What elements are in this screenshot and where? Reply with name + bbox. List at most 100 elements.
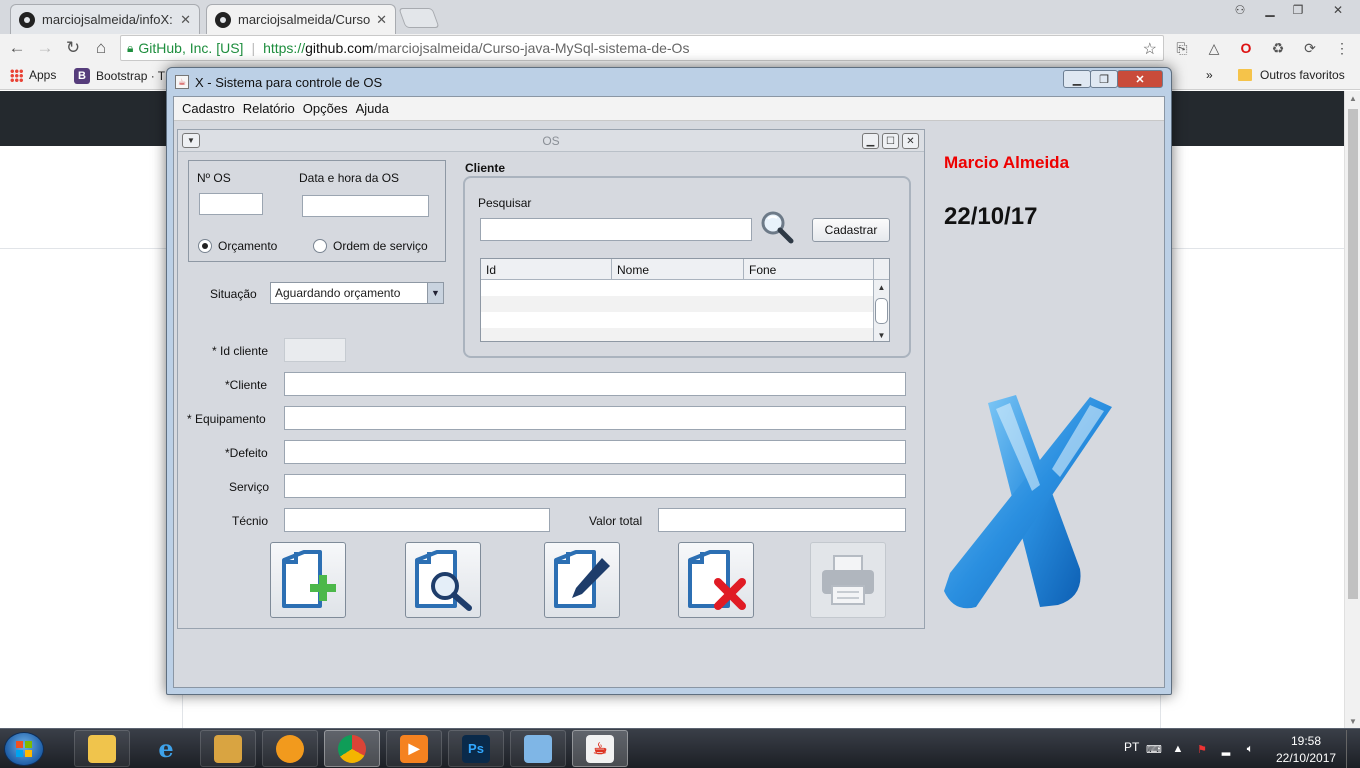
drive-extension-icon[interactable]: △ (1206, 40, 1222, 56)
radio-selected-icon (198, 239, 212, 253)
bookmark-label: Apps (29, 68, 57, 82)
system-menu-icon[interactable]: ▼ (182, 133, 200, 148)
bookmark-bootstrap[interactable]: B Bootstrap · T (74, 68, 165, 84)
close-tab-icon[interactable]: ✕ (376, 12, 387, 28)
taskbar-explorer[interactable] (74, 730, 130, 767)
technician-field[interactable] (284, 508, 550, 532)
os-frame-title-bar[interactable]: ▼ OS ▁ ☐ ✕ (178, 130, 924, 152)
os-number-field[interactable] (199, 193, 263, 215)
equipment-field[interactable] (284, 406, 906, 430)
browser-tab-infox[interactable]: marciojsalmeida/infoX: C ✕ (10, 4, 200, 34)
language-indicator[interactable]: PT (1124, 740, 1139, 754)
register-client-button[interactable]: Cadastrar (812, 218, 890, 242)
chevron-down-icon: ▼ (427, 283, 443, 303)
taskbar-virtualbox[interactable] (510, 730, 566, 767)
scroll-up-icon[interactable]: ▲ (874, 280, 889, 294)
java-icon: ☕︎ (175, 75, 189, 89)
total-value-field[interactable] (658, 508, 906, 532)
service-label: Serviço (229, 480, 270, 494)
clock-date[interactable]: 22/10/2017 (1276, 751, 1336, 765)
contacts-icon (214, 734, 242, 763)
close-window-icon[interactable]: ✕ (1318, 0, 1358, 20)
reload-icon[interactable]: ↻ (62, 38, 84, 58)
show-desktop-button[interactable] (1346, 730, 1358, 768)
menu-opcoes[interactable]: Opções (299, 101, 352, 116)
situation-select[interactable]: Aguardando orçamento ▼ (270, 282, 444, 304)
scrollbar-thumb[interactable] (1348, 109, 1358, 599)
scroll-down-icon[interactable]: ▼ (874, 328, 889, 341)
close-icon[interactable]: ✕ (1117, 70, 1163, 88)
scroll-up-icon[interactable]: ▲ (1345, 91, 1360, 105)
sync-extension-icon[interactable]: ⟳ (1302, 40, 1318, 56)
defect-field[interactable] (284, 440, 906, 464)
minimize-window-icon[interactable]: ▁ (1256, 0, 1284, 20)
clock-time[interactable]: 19:58 (1291, 734, 1321, 748)
show-hidden-icons[interactable]: ▲ (1170, 741, 1186, 757)
os-info-group: Nº OS Data e hora da OS Orçamento Ordem … (188, 160, 446, 262)
column-header-id[interactable]: Id (481, 259, 612, 280)
client-field[interactable] (284, 372, 906, 396)
delete-os-button[interactable] (678, 542, 754, 618)
browser-tab-curso[interactable]: marciojsalmeida/Curso-ja ✕ (206, 4, 396, 34)
search-icon[interactable] (760, 210, 794, 244)
radio-unselected-icon (313, 239, 327, 253)
bookmark-other-favorites[interactable]: Outros favoritos (1238, 68, 1345, 82)
taskbar-media-player[interactable]: ▶ (386, 730, 442, 767)
bookmark-apps[interactable]: Apps (10, 68, 56, 82)
taskbar-java[interactable]: ☕︎ (572, 730, 628, 767)
add-os-button[interactable] (270, 542, 346, 618)
address-bar[interactable]: 🔒︎ GitHub, Inc. [US] | https:// github.c… (120, 35, 1164, 61)
app-title: X - Sistema para controle de OS (195, 74, 383, 90)
taskbar-contacts[interactable] (200, 730, 256, 767)
radio-ordem-de-servico[interactable]: Ordem de serviço (313, 239, 428, 253)
close-icon[interactable]: ✕ (902, 133, 919, 149)
scroll-down-icon[interactable]: ▼ (1345, 714, 1360, 728)
search-os-button[interactable] (405, 542, 481, 618)
home-icon[interactable]: ⌂ (90, 38, 112, 58)
taskbar-photoshop[interactable]: Ps (448, 730, 504, 767)
close-tab-icon[interactable]: ✕ (180, 12, 191, 28)
menu-ajuda[interactable]: Ajuda (352, 101, 393, 116)
app-title-bar[interactable]: ☕︎ X - Sistema para controle de OS ▁ ❐ ✕ (167, 68, 1171, 96)
taskbar-chrome[interactable] (324, 730, 380, 767)
menu-cadastro[interactable]: Cadastro (178, 101, 239, 116)
new-tab-button[interactable] (398, 8, 440, 28)
minimize-icon[interactable]: ▁ (862, 133, 879, 149)
maximize-icon[interactable]: ❐ (1090, 70, 1118, 88)
user-profile-icon[interactable]: ⚇ (1226, 0, 1254, 20)
table-scrollbar[interactable]: ▲ ▼ (873, 280, 889, 341)
page-scrollbar[interactable]: ▲ ▼ (1344, 91, 1360, 728)
divider: | (251, 40, 256, 56)
network-icon[interactable]: ▂ (1218, 741, 1234, 757)
bookmarks-overflow[interactable]: » (1206, 68, 1213, 82)
os-datetime-field[interactable] (302, 195, 429, 217)
taskbar-app-orange[interactable] (262, 730, 318, 767)
bookmark-star-icon[interactable]: ☆ (1143, 39, 1157, 59)
volume-icon[interactable]: 🔈︎ (1242, 741, 1258, 757)
keyboard-icon[interactable]: ⌨ (1146, 741, 1162, 757)
internet-explorer-icon: e (158, 734, 174, 763)
start-button[interactable] (4, 732, 44, 766)
recycle-extension-icon[interactable]: ♻ (1270, 40, 1286, 56)
service-field[interactable] (284, 474, 906, 498)
taskbar-internet-explorer[interactable]: e (138, 730, 194, 767)
pdf-extension-icon[interactable]: ⎘ (1174, 40, 1190, 56)
menu-icon[interactable]: ⋮ (1334, 40, 1350, 56)
minimize-icon[interactable]: ▁ (1063, 70, 1091, 88)
table-row (481, 280, 874, 296)
column-header-nome[interactable]: Nome (612, 259, 744, 280)
opera-extension-icon[interactable]: O (1238, 40, 1254, 56)
column-header-fone[interactable]: Fone (744, 259, 874, 280)
maximize-window-icon[interactable]: ❐ (1284, 0, 1312, 20)
radio-orcamento[interactable]: Orçamento (198, 239, 277, 253)
print-os-button[interactable] (810, 542, 886, 618)
os-datetime-label: Data e hora da OS (299, 171, 400, 185)
client-search-input[interactable] (480, 218, 752, 241)
maximize-icon[interactable]: ☐ (882, 133, 899, 149)
menu-relatorio[interactable]: Relatório (239, 101, 299, 116)
flag-alert-icon[interactable]: ⚑ (1194, 741, 1210, 757)
scrollbar-thumb[interactable] (875, 298, 888, 324)
forward-arrow-icon[interactable]: → (34, 38, 56, 58)
back-arrow-icon[interactable]: ← (6, 38, 28, 58)
edit-os-button[interactable] (544, 542, 620, 618)
